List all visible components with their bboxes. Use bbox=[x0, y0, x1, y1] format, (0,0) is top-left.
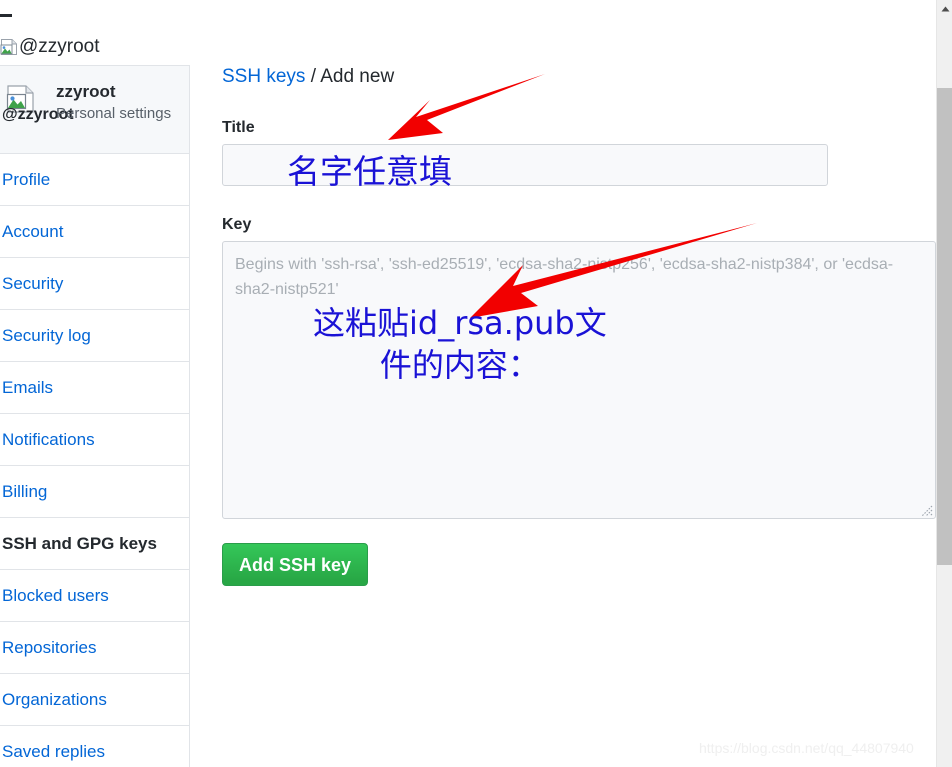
breadcrumb: SSH keys / Add new bbox=[222, 65, 936, 89]
sidebar-item-repositories[interactable]: Repositories bbox=[0, 622, 189, 674]
page-root: @zzyroot @zzyroot zzyroot Personal setti… bbox=[0, 0, 952, 767]
sidebar-item-billing[interactable]: Billing bbox=[0, 466, 189, 518]
page-top-dash bbox=[0, 14, 12, 17]
breadcrumb-link-ssh-keys[interactable]: SSH keys bbox=[222, 66, 305, 87]
key-field-wrapper bbox=[222, 241, 936, 519]
title-field-label: Title bbox=[222, 119, 255, 136]
sidebar-item-ssh-and-gpg-keys[interactable]: SSH and GPG keys bbox=[0, 518, 189, 570]
sidebar-item-profile[interactable]: Profile bbox=[0, 154, 189, 206]
breadcrumb-separator: / bbox=[305, 66, 321, 87]
key-field-label: Key bbox=[222, 216, 252, 233]
page-scrollbar[interactable] bbox=[936, 0, 952, 767]
scrollbar-thumb[interactable] bbox=[937, 88, 952, 565]
key-textarea[interactable] bbox=[222, 241, 936, 519]
user-card[interactable]: @zzyroot zzyroot Personal settings bbox=[0, 65, 189, 154]
sidebar-item-saved-replies[interactable]: Saved replies bbox=[0, 726, 189, 767]
top-strip: @zzyroot bbox=[0, 0, 936, 64]
breadcrumb-current: Add new bbox=[320, 66, 395, 87]
sidebar-item-blocked-users[interactable]: Blocked users bbox=[0, 570, 189, 622]
top-username-line: @zzyroot bbox=[0, 36, 100, 58]
sidebar-item-security-log[interactable]: Security log bbox=[0, 310, 189, 362]
user-card-subtitle: Personal settings bbox=[56, 105, 172, 122]
title-input[interactable] bbox=[222, 144, 828, 186]
settings-sidebar: @zzyroot zzyroot Personal settings Profi… bbox=[0, 65, 190, 767]
broken-image-icon bbox=[0, 38, 18, 56]
top-username-label: @zzyroot bbox=[19, 36, 100, 57]
user-card-name: zzyroot bbox=[56, 82, 116, 101]
watermark: https://blog.csdn.net/qq_44807940 bbox=[699, 740, 914, 756]
add-ssh-key-button[interactable]: Add SSH key bbox=[222, 543, 369, 586]
sidebar-item-account[interactable]: Account bbox=[0, 206, 189, 258]
sidebar-nav-list: Profile Account Security Security log Emails… bbox=[0, 154, 189, 767]
main-content: SSH keys / Add new Title Key Add SSH key bbox=[222, 65, 936, 586]
sidebar-item-organizations[interactable]: Organizations bbox=[0, 674, 189, 726]
sidebar-item-security[interactable]: Security bbox=[0, 258, 189, 310]
scrollbar-up-arrow-icon[interactable] bbox=[937, 0, 952, 17]
sidebar-item-notifications[interactable]: Notifications bbox=[0, 414, 189, 466]
sidebar-item-emails[interactable]: Emails bbox=[0, 362, 189, 414]
